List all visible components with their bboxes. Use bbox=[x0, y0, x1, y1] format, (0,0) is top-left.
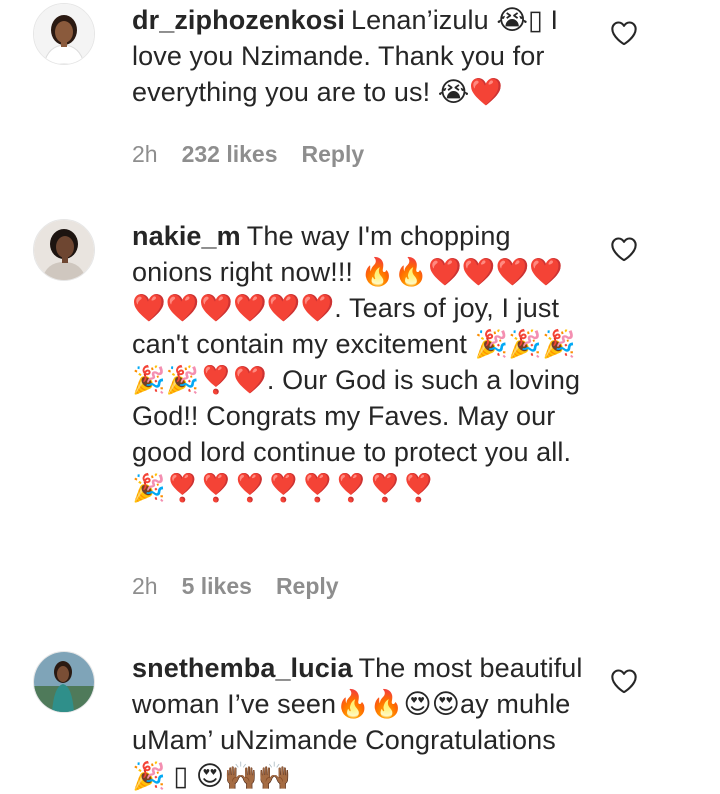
comment-likes[interactable]: 5 likes bbox=[182, 573, 252, 600]
comment-likes[interactable]: 232 likes bbox=[182, 141, 278, 168]
avatar[interactable] bbox=[33, 3, 95, 65]
heart-outline-icon[interactable] bbox=[610, 236, 638, 262]
reply-button[interactable]: Reply bbox=[302, 141, 365, 168]
heart-outline-icon[interactable] bbox=[610, 668, 638, 694]
comment-text: The way I'm chopping onions right now!!!… bbox=[132, 221, 581, 503]
avatar[interactable] bbox=[33, 651, 95, 713]
comment-username[interactable]: dr_ziphozenkosi bbox=[132, 5, 345, 35]
comment-username[interactable]: snethemba_lucia bbox=[132, 653, 353, 683]
comment-body: dr_ziphozenkosi Lenan’izulu 😭▯ I love you… bbox=[132, 2, 592, 110]
heart-outline-icon[interactable] bbox=[610, 20, 638, 46]
comment-time: 2h bbox=[132, 141, 158, 167]
comment-meta: 2h 5 likes Reply bbox=[132, 573, 339, 600]
reply-button[interactable]: Reply bbox=[276, 573, 339, 600]
comment-username[interactable]: nakie_m bbox=[132, 221, 241, 251]
comment-time: 2h bbox=[132, 573, 158, 599]
avatar[interactable] bbox=[33, 219, 95, 281]
comment-meta: 2h 232 likes Reply bbox=[132, 141, 364, 168]
comment-body: nakie_m The way I'm chopping onions right… bbox=[132, 218, 592, 506]
comment-body: snethemba_lucia The most beautiful woman … bbox=[132, 650, 592, 794]
